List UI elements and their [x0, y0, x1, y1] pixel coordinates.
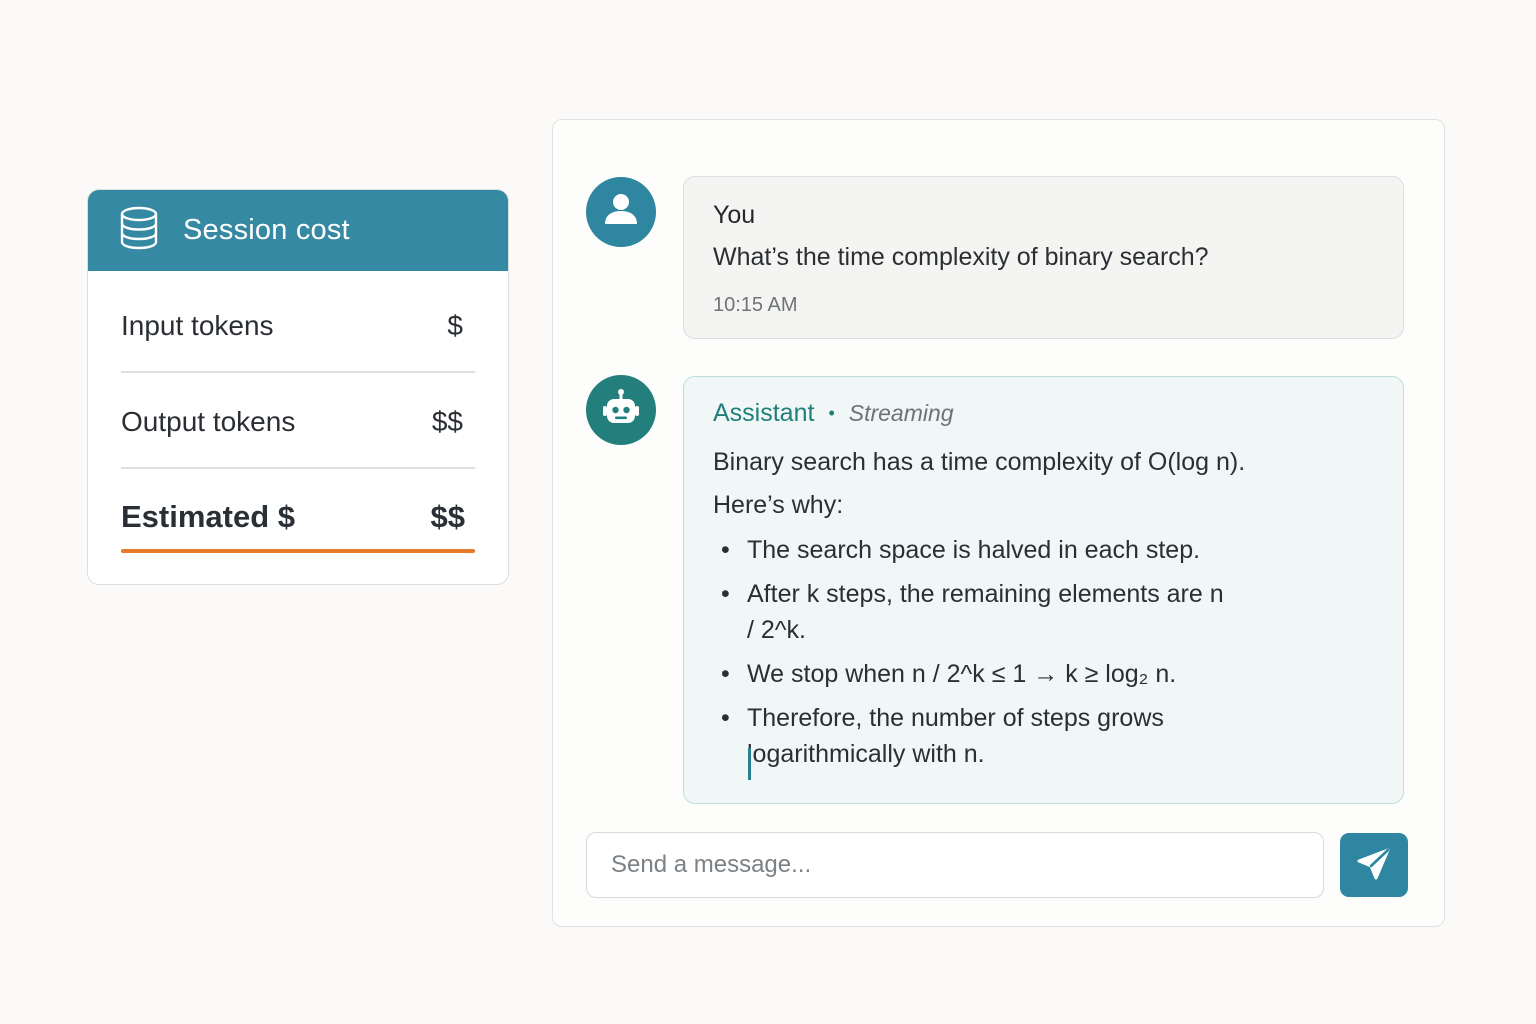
chat-panel: You What’s the time complexity of binary… — [552, 119, 1445, 927]
estimated-accent-line — [121, 549, 475, 553]
database-icon — [119, 206, 159, 255]
robot-icon — [600, 387, 642, 434]
separator-dot: • — [828, 403, 835, 423]
assistant-message-author: Assistant — [713, 399, 815, 427]
input-tokens-value: $ — [447, 310, 463, 341]
list-item: The search space is halved in each step. — [713, 532, 1233, 568]
assistant-bullet-list: The search space is halved in each step.… — [713, 532, 1403, 772]
list-item: Therefore, the number of steps grows log… — [713, 700, 1233, 772]
session-cost-header: Session cost — [88, 190, 508, 271]
estimated-cost-label: Estimated $ — [121, 499, 296, 534]
assistant-avatar — [586, 375, 656, 445]
send-button[interactable] — [1340, 833, 1408, 897]
user-avatar — [586, 177, 656, 247]
message-input[interactable] — [586, 832, 1324, 898]
streaming-cursor — [748, 748, 751, 780]
output-tokens-value: $$ — [431, 406, 463, 437]
assistant-message-bubble: Assistant • Streaming Binary search has … — [683, 376, 1404, 804]
output-tokens-row: Output tokens $$ — [121, 394, 475, 450]
assistant-message-header: Assistant • Streaming — [713, 399, 1403, 428]
user-message-author: You — [713, 201, 756, 229]
session-cost-card: Session cost Input tokens $ Output token… — [87, 189, 509, 585]
user-icon — [600, 189, 642, 236]
send-icon — [1356, 846, 1392, 885]
streaming-status: Streaming — [848, 400, 954, 426]
estimated-cost-row: Estimated $ $$ — [121, 488, 475, 546]
list-item: We stop when n / 2^k ≤ 1 → k ≥ log₂ n. — [713, 656, 1233, 692]
session-cost-title: Session cost — [183, 214, 350, 246]
estimated-cost-value: $$ — [430, 499, 465, 534]
divider — [121, 371, 475, 373]
user-message-text: What’s the time complexity of binary sea… — [713, 243, 1209, 271]
user-message-time: 10:15 AM — [713, 294, 798, 316]
assistant-intro: Binary search has a time complexity of O… — [713, 448, 1246, 476]
user-message-bubble: You What’s the time complexity of binary… — [683, 176, 1404, 339]
input-tokens-row: Input tokens $ — [121, 298, 475, 354]
input-tokens-label: Input tokens — [121, 310, 274, 341]
divider — [121, 467, 475, 469]
list-item: After k steps, the remaining elements ar… — [713, 576, 1233, 648]
output-tokens-label: Output tokens — [121, 406, 296, 437]
assistant-lead: Here’s why: — [713, 491, 844, 519]
